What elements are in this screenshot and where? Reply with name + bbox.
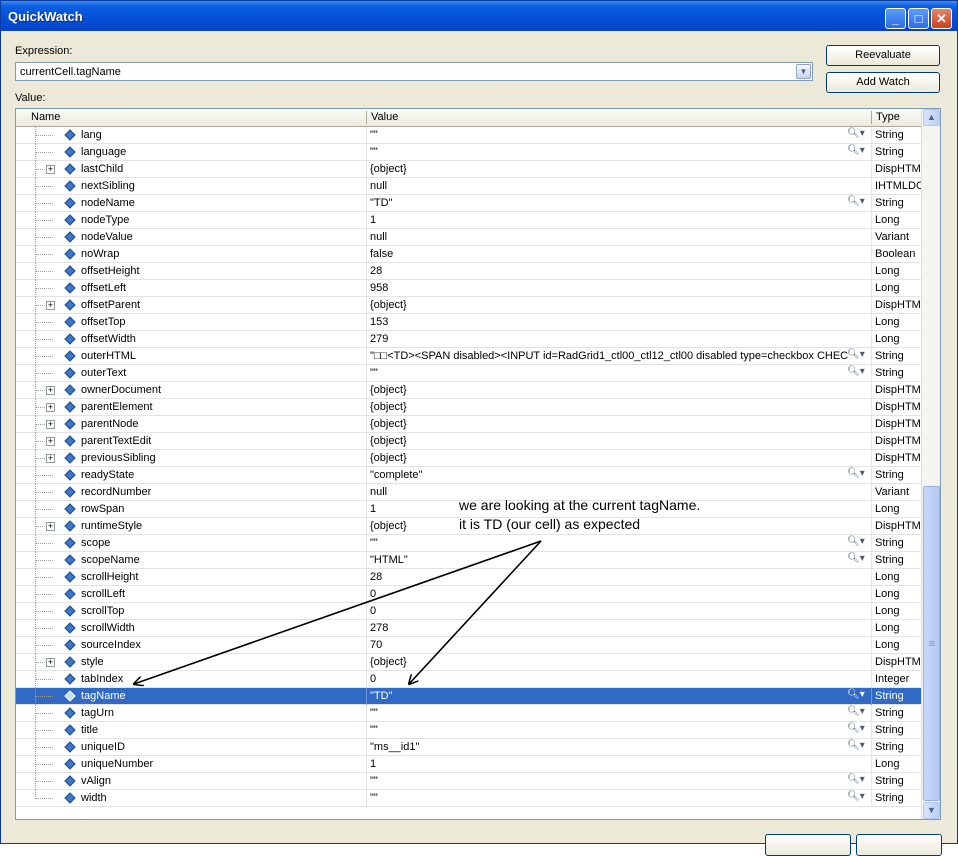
help-button[interactable] bbox=[856, 834, 942, 856]
quickwatch-window: QuickWatch _ □ ✕ Expression: currentCell… bbox=[0, 0, 958, 856]
close-button[interactable] bbox=[765, 834, 851, 856]
arrow-to-tagname-label bbox=[134, 540, 542, 684]
arrow-to-tagname-value bbox=[409, 540, 542, 684]
annotation-arrows bbox=[1, 540, 542, 845]
